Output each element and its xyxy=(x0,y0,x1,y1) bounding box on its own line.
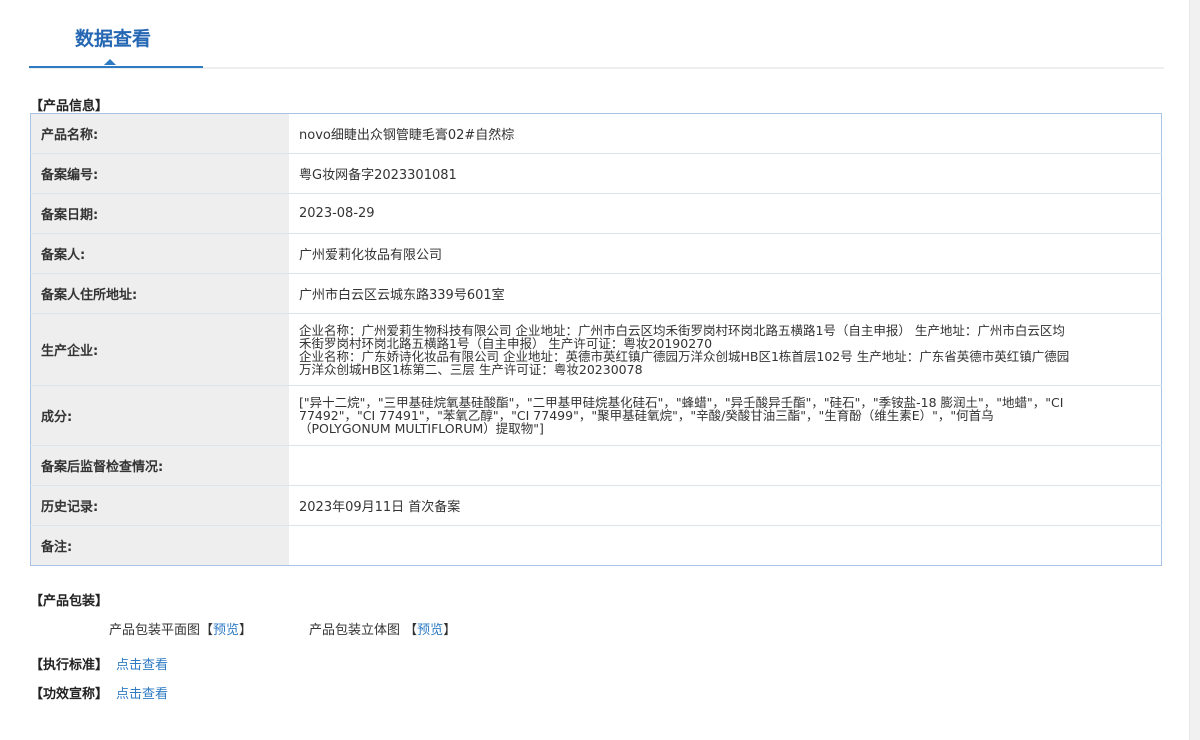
standard-label: 【执行标准】 xyxy=(30,658,109,673)
tab-bar: 数据查看 xyxy=(29,0,1164,69)
packaging-flat-item: 产品包装平面图【预览】 xyxy=(109,619,252,638)
row-value: 2023-08-29 xyxy=(289,193,1162,234)
row-label: 备案人住所地址: xyxy=(30,273,289,314)
packaging-stereo-preview-link[interactable]: 预览 xyxy=(417,623,443,638)
table-row-registrant: 备案人: 广州爱莉化妆品有限公司 xyxy=(30,233,1162,274)
table-row-registrant-address: 备案人住所地址: 广州市白云区云城东路339号601室 xyxy=(30,273,1162,314)
row-value: 粤G妆网备字2023301081 xyxy=(289,153,1162,194)
packaging-section-title: 【产品包装】 xyxy=(30,594,109,609)
table-row-remarks: 备注: xyxy=(30,525,1162,566)
manufacturer-line: 企业名称：广州爱莉生物科技有限公司 企业地址：广州市白云区均禾街罗岗村环岗北路五… xyxy=(299,322,1065,338)
table-row-manufacturer: 生产企业: 企业名称：广州爱莉生物科技有限公司 企业地址：广州市白云区均禾街罗岗… xyxy=(30,313,1162,386)
table-row-history: 历史记录: 2023年09月11日 首次备案 xyxy=(30,485,1162,526)
row-label: 备案人: xyxy=(30,233,289,274)
row-label: 生产企业: xyxy=(30,313,289,386)
row-value xyxy=(289,526,1162,566)
page-scrollbar[interactable] xyxy=(1189,0,1200,740)
row-label: 备案日期: xyxy=(30,193,289,234)
table-row-record-date: 备案日期: 2023-08-29 xyxy=(30,193,1162,234)
packaging-flat-preview-link[interactable]: 预览 xyxy=(213,623,239,638)
row-label: 备注: xyxy=(30,525,289,566)
row-value xyxy=(289,445,1162,486)
manufacturer-line: 禾街罗岗村环岗北路五横路1号（自主申报） 生产许可证：粤妆20190270 xyxy=(299,335,713,351)
tab-active-caret-icon xyxy=(104,59,116,65)
table-row-product-name: 产品名称: novo细睫出众钢管睫毛膏02#自然棕 xyxy=(30,113,1162,154)
manufacturer-line: 万洋众创城HB区1栋第二、三层 生产许可证：粤妆20230078 xyxy=(299,361,643,377)
packaging-stereo-label: 产品包装立体图 xyxy=(309,623,401,638)
product-info-table: 产品名称: novo细睫出众钢管睫毛膏02#自然棕 备案编号: 粤G妆网备字20… xyxy=(30,113,1162,566)
efficacy-label: 【功效宣称】 xyxy=(30,687,109,702)
table-row-post-inspection: 备案后监督检查情况: xyxy=(30,445,1162,486)
efficacy-view-link[interactable]: 点击查看 xyxy=(116,687,168,702)
bracket-close: 】 xyxy=(443,623,457,638)
packaging-flat-label: 产品包装平面图 xyxy=(109,623,201,638)
standard-view-link[interactable]: 点击查看 xyxy=(116,658,168,673)
row-value: novo细睫出众钢管睫毛膏02#自然棕 xyxy=(289,113,1162,154)
row-value: 广州市白云区云城东路339号601室 xyxy=(289,273,1162,314)
row-label: 备案后监督检查情况: xyxy=(30,445,289,486)
packaging-stereo-item: 产品包装立体图 【预览】 xyxy=(309,619,456,638)
bracket-open: 【 xyxy=(200,623,214,638)
row-label: 备案编号: xyxy=(30,153,289,194)
bracket-open: 【 xyxy=(404,623,418,638)
table-row-record-number: 备案编号: 粤G妆网备字2023301081 xyxy=(30,153,1162,194)
row-value: 企业名称：广州爱莉生物科技有限公司 企业地址：广州市白云区均禾街罗岗村环岗北路五… xyxy=(289,313,1162,386)
row-label: 历史记录: xyxy=(30,485,289,526)
bracket-close: 】 xyxy=(239,623,253,638)
tab-data-view[interactable]: 数据查看 xyxy=(29,0,203,68)
manufacturer-line: 企业名称：广东娇诗化妆品有限公司 企业地址：英德市英红镇广德园万洋众创城HB区1… xyxy=(299,348,1070,364)
row-label: 成分: xyxy=(30,385,289,446)
row-value: 广州爱莉化妆品有限公司 xyxy=(289,233,1162,274)
standard-row: 【执行标准】 点击查看 xyxy=(30,654,168,673)
row-value: ["异十二烷"，"三甲基硅烷氧基硅酸酯"，"二甲基甲硅烷基化硅石"，"蜂蜡"，"… xyxy=(289,385,1162,446)
tab-data-view-label: 数据查看 xyxy=(75,28,152,50)
product-info-section-title: 【产品信息】 xyxy=(30,99,109,114)
row-value: 2023年09月11日 首次备案 xyxy=(289,485,1162,526)
table-row-ingredients: 成分: ["异十二烷"，"三甲基硅烷氧基硅酸酯"，"二甲基甲硅烷基化硅石"，"蜂… xyxy=(30,385,1162,446)
ingredients-line: （POLYGONUM MULTIFLORUM）提取物"] xyxy=(299,421,544,436)
row-label: 产品名称: xyxy=(30,113,289,154)
efficacy-row: 【功效宣称】 点击查看 xyxy=(30,683,168,702)
